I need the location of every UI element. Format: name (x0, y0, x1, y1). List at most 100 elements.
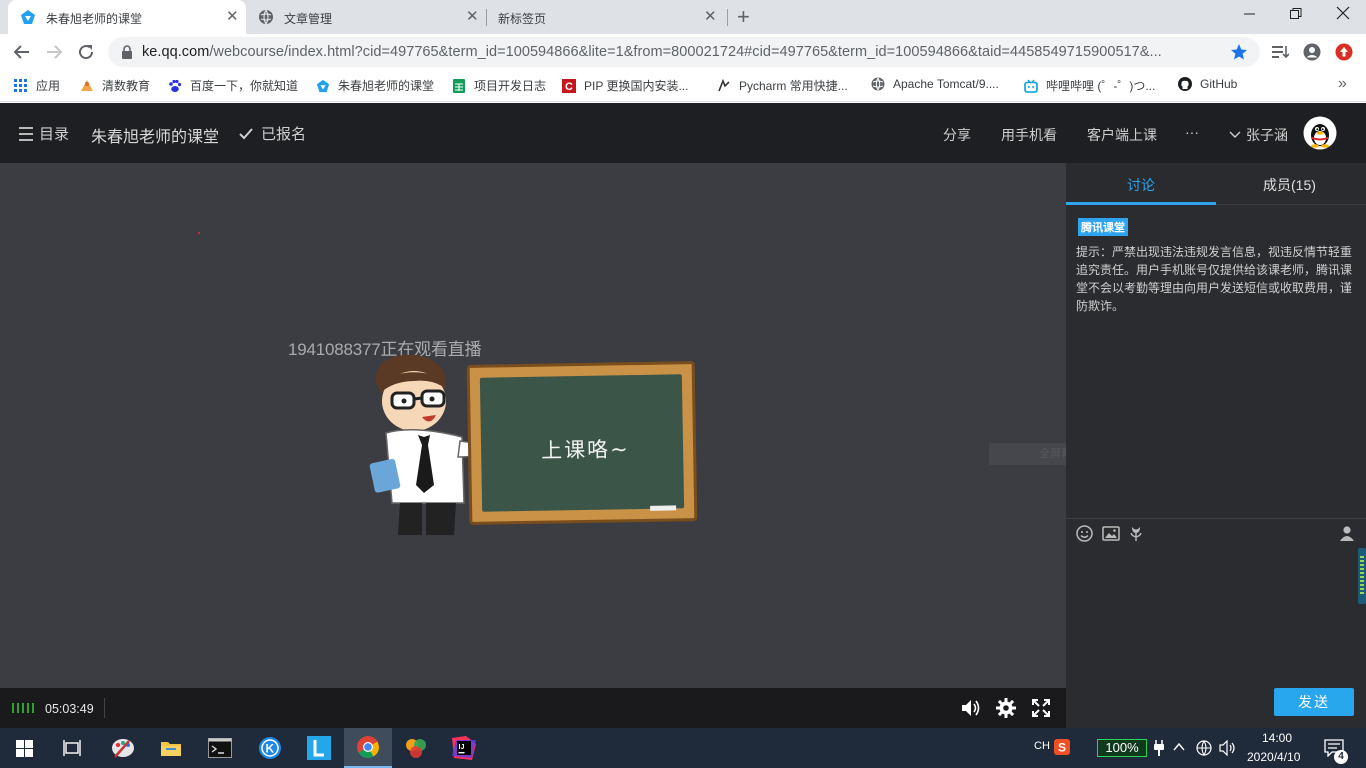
forward-arrow-icon[interactable] (45, 43, 63, 61)
speaker-icon[interactable] (1219, 740, 1237, 756)
live-signal-icon (12, 703, 34, 713)
bookmark-baidu[interactable]: 百度一下，你就知道 (168, 77, 298, 94)
avatar[interactable] (1303, 116, 1337, 150)
bookmark-pycharm[interactable]: Pycharm 常用快捷... (717, 77, 848, 94)
taskbar-kugou[interactable]: K (246, 728, 294, 768)
settings-gear-icon[interactable] (996, 698, 1016, 718)
tab-members[interactable]: 成员(15) (1263, 175, 1316, 195)
brand-tag: 腾讯课堂 (1078, 218, 1128, 236)
qingshu-icon (81, 79, 93, 91)
bookmark-pip[interactable]: C PIP 更换国内安装... (562, 77, 688, 94)
tab-close-icon[interactable]: ✕ (226, 9, 239, 25)
tab-new-tab-page[interactable]: 新标签页 ✕ (486, 0, 726, 34)
clock-date[interactable]: 2020/4/10 (1247, 750, 1300, 764)
chevron-up-icon[interactable] (1173, 742, 1185, 752)
clock-time[interactable]: 14:00 (1262, 731, 1292, 745)
watch-on-mobile-button[interactable]: 用手机看 (1001, 125, 1057, 145)
reading-list-icon[interactable] (1271, 44, 1289, 60)
bookmark-label: Apache Tomcat/9.... (893, 77, 999, 91)
svg-text:IJ: IJ (459, 744, 465, 751)
tab-title: 朱春旭老师的课堂 (46, 12, 143, 26)
blackboard-surface: 上课咯~ (479, 374, 685, 512)
image-upload-icon[interactable] (1102, 526, 1120, 541)
tab-discussion[interactable]: 讨论 (1127, 175, 1155, 195)
reload-icon[interactable] (77, 43, 95, 61)
more-options-button[interactable]: ··· (1185, 124, 1199, 140)
taskbar-l-app[interactable] (295, 728, 343, 768)
l-app-icon (307, 736, 331, 760)
new-tab-button[interactable]: + (737, 6, 750, 28)
panel-tabs (1066, 163, 1366, 205)
bookmark-github[interactable]: GitHub (1178, 77, 1237, 91)
profile-icon[interactable] (1303, 43, 1321, 61)
client-class-button[interactable]: 客户端上课 (1087, 125, 1157, 145)
tab-close-icon[interactable]: ✕ (466, 9, 479, 25)
restore-button[interactable] (1290, 4, 1302, 24)
browser-tab-strip: 朱春旭老师的课堂 ✕ 文章管理 ✕ 新标签页 ✕ + (0, 0, 1366, 34)
tab-classroom[interactable]: 朱春旭老师的课堂 ✕ (8, 0, 246, 34)
video-control-bar: 05:03:49 (0, 688, 1066, 728)
volume-icon[interactable] (961, 699, 981, 717)
taskbar-chrome[interactable] (344, 728, 392, 768)
live-video-area[interactable]: 1941088377正在观看直播 上课咯~ 全屏幕截图(S) (0, 163, 1159, 688)
bookmark-label: GitHub (1200, 77, 1238, 91)
sheets-icon (453, 78, 465, 93)
task-view-button[interactable] (48, 728, 96, 768)
chevron-down-icon (1229, 131, 1241, 138)
taskbar-paint-app[interactable] (99, 728, 147, 768)
share-button[interactable]: 分享 (943, 125, 971, 145)
bookmark-qingshu[interactable]: 清数教育 (80, 77, 150, 94)
teacher-only-icon[interactable] (1338, 525, 1356, 542)
github-icon (1178, 77, 1192, 91)
close-window-button[interactable] (1336, 4, 1350, 24)
bookmarks-overflow-button[interactable]: » (1338, 75, 1347, 93)
send-button[interactable]: 发送 (1274, 688, 1354, 716)
bookmark-classroom[interactable]: 朱春旭老师的课堂 (316, 77, 434, 94)
kugou-music-icon: K (259, 737, 281, 759)
active-tab-indicator (1066, 202, 1216, 205)
address-bar[interactable]: ke.qq.com/webcourse/index.html?cid=49776… (108, 37, 1260, 67)
windows-taskbar: K IJ CH S 100% 14:00 2020/4/10 4 (0, 728, 1366, 768)
bookmark-apps[interactable]: 应用 (14, 77, 60, 94)
start-button[interactable] (0, 728, 48, 768)
network-icon[interactable] (1196, 740, 1212, 756)
catalog-button[interactable]: 目录 (18, 123, 69, 144)
tab-article-manage[interactable]: 文章管理 ✕ (246, 0, 486, 34)
back-arrow-icon[interactable] (13, 43, 31, 61)
course-header-bar: 目录 朱春旭老师的课堂 已报名 分享 用手机看 客户端上课 ··· 张子涵 (0, 103, 1366, 163)
tencent-classroom-icon (20, 9, 36, 25)
battery-indicator[interactable]: 100% (1097, 739, 1147, 757)
taskbar-flowers-app[interactable] (392, 728, 440, 768)
bookmark-label: 哔哩哔哩 (゜-゜)つ... (1046, 79, 1156, 93)
course-title[interactable]: 朱春旭老师的课堂 (91, 123, 219, 147)
pycharm-icon (718, 78, 730, 91)
checkmark-icon (239, 127, 253, 139)
scroll-grip[interactable] (1358, 548, 1366, 604)
taskbar-file-explorer[interactable] (147, 728, 195, 768)
blackboard-text: 上课咯~ (540, 437, 630, 463)
bookmark-dev-log[interactable]: 项目开发日志 (452, 77, 546, 94)
tab-close-icon[interactable]: ✕ (704, 9, 717, 25)
user-menu[interactable]: 张子涵 (1229, 125, 1288, 145)
bookmark-tomcat[interactable]: Apache Tomcat/9.... (871, 77, 999, 91)
csdn-icon: C (562, 78, 576, 93)
bilibili-icon (1024, 79, 1038, 93)
browser-toolbar: ke.qq.com/webcourse/index.html?cid=49776… (0, 34, 1366, 70)
flower-icon[interactable] (1129, 525, 1143, 542)
bookmark-star-icon[interactable] (1230, 43, 1248, 61)
taskbar-intellij[interactable]: IJ (440, 728, 488, 768)
bookmark-label: Pycharm 常用快捷... (739, 79, 848, 93)
sogou-ime-icon[interactable]: S (1054, 739, 1070, 755)
fullscreen-icon[interactable] (1032, 699, 1050, 717)
extension-update-icon[interactable] (1335, 43, 1353, 61)
intellij-icon: IJ (452, 736, 476, 760)
emoji-icon[interactable] (1076, 525, 1093, 542)
bookmarks-bar: 应用 清数教育 百度一下，你就知道 朱春旭老师的课堂 项目开发日志 C PIP … (0, 70, 1366, 102)
video-artifact-dot (198, 232, 200, 234)
taskbar-terminal[interactable] (196, 728, 244, 768)
bookmark-bilibili[interactable]: 哔哩哔哩 (゜-゜)つ... (1024, 77, 1155, 94)
input-method-indicator[interactable]: CH (1034, 740, 1050, 752)
svg-text:C: C (565, 81, 573, 93)
minimize-button[interactable] (1244, 4, 1256, 24)
power-plug-icon[interactable] (1154, 740, 1164, 756)
